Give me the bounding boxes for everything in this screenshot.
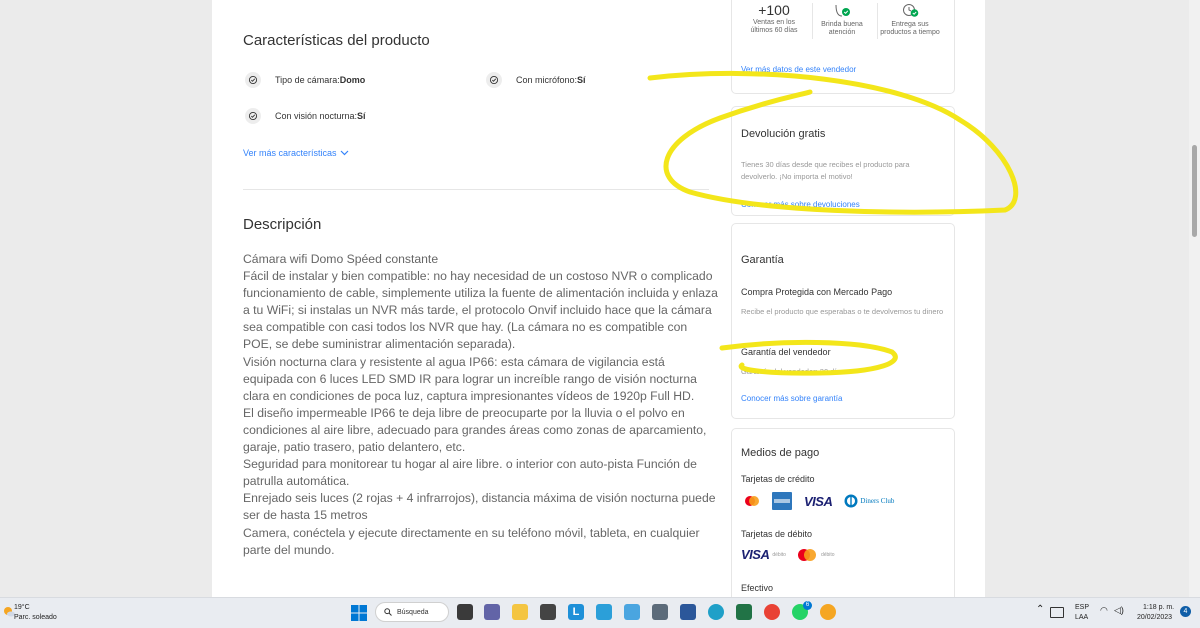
section-divider: [243, 189, 709, 190]
chevron-down-icon: [340, 150, 348, 156]
seller-stat-delivery: Entrega sus productos a tiempo: [880, 0, 940, 37]
taskbar-search[interactable]: Búsqueda: [375, 602, 449, 622]
start-windows-icon[interactable]: [351, 605, 367, 621]
volume-icon[interactable]: ◁): [1114, 606, 1124, 615]
seller-warranty-text: Garantía del vendedor: 30 días: [741, 367, 845, 376]
edge-icon[interactable]: [708, 604, 724, 620]
snipping-tool-icon[interactable]: [596, 604, 612, 620]
chrome-icon[interactable]: [764, 604, 780, 620]
mastercard-debit-logo: débito: [796, 548, 835, 562]
feature-night-vision: Con visión nocturna: Sí: [245, 108, 366, 124]
taskbar: 19°C Parc. soleado Búsqueda L 6 ⌃ ESP LA…: [0, 597, 1200, 628]
file-explorer-icon[interactable]: [512, 604, 528, 620]
diners-logo: Diners Club: [844, 494, 894, 508]
feature-label: Con micrófono:: [516, 75, 578, 85]
wifi-icon[interactable]: ◠: [1100, 606, 1108, 615]
chrome-profile-icon[interactable]: [820, 604, 836, 620]
payment-title: Medios de pago: [741, 447, 820, 459]
warranty-title: Garantía: [741, 254, 784, 266]
chevron-up-icon[interactable]: ⌃: [1036, 605, 1044, 615]
feature-microphone: Con micrófono: Sí: [486, 72, 586, 88]
good-attention-icon: [835, 4, 850, 17]
keyboard-icon[interactable]: [1050, 607, 1064, 618]
notification-badge[interactable]: 4: [1180, 606, 1191, 617]
returns-title: Devolución gratis: [741, 128, 826, 140]
diners-text: Diners Club: [860, 496, 895, 505]
mastercard-logo-icon: [745, 496, 759, 506]
feature-value: Sí: [357, 111, 366, 121]
excel-icon[interactable]: [736, 604, 752, 620]
scrollbar[interactable]: [1189, 0, 1200, 597]
check-circle-icon: [245, 108, 261, 124]
clock-time[interactable]: 1:18 p. m.: [1143, 603, 1174, 612]
mastercard-debit-icon: [797, 548, 816, 561]
diners-club-icon: [844, 494, 858, 508]
l-app-icon[interactable]: L: [568, 604, 584, 620]
returns-card: Devolución gratis Tienes 30 días desde q…: [731, 106, 955, 216]
cash-title: Efectivo: [741, 583, 774, 593]
weather-desc[interactable]: Parc. soleado: [14, 613, 57, 622]
teams-chat-icon[interactable]: [484, 604, 500, 620]
description-text: Cámara wifi Domo Spéed constante Fácil d…: [243, 252, 718, 557]
task-view-icon[interactable]: [457, 604, 473, 620]
visa-debit-brand: VISA: [741, 547, 770, 562]
amex-logo-icon: [772, 492, 792, 510]
debit-label: débito: [820, 551, 835, 558]
sales-label: Ventas en los últimos 60 días: [750, 19, 798, 34]
more-features-link[interactable]: Ver más características: [243, 148, 349, 158]
credit-card-logos: VISA Diners Club: [744, 492, 894, 510]
protected-purchase-text: Recibe el producto que esperabas o te de…: [741, 307, 944, 316]
seller-warranty-title: Garantía del vendedor: [741, 347, 831, 357]
protected-purchase-title: Compra Protegida con Mercado Pago: [741, 287, 893, 297]
returns-text: Tienes 30 días desde que recibes el prod…: [741, 160, 910, 181]
feature-value: Sí: [577, 75, 586, 85]
features-title: Características del producto: [243, 32, 430, 49]
check-circle-icon: [245, 72, 261, 88]
warranty-link[interactable]: Conocer más sobre garantía: [741, 394, 842, 403]
delivery-label: Entrega sus productos a tiempo: [880, 21, 940, 36]
language-top[interactable]: ESP: [1075, 603, 1089, 612]
whatsapp-badge: 6: [803, 601, 812, 610]
feature-value: Domo: [339, 75, 366, 85]
stat-divider: [877, 3, 878, 39]
payment-methods-card: Medios de pago Tarjetas de crédito VISA …: [731, 428, 955, 597]
debit-label: débito: [772, 551, 786, 558]
notepad-icon[interactable]: [624, 604, 640, 620]
seller-reputation-card: +100 Ventas en los últimos 60 días Brind…: [731, 0, 955, 94]
scrollbar-thumb[interactable]: [1192, 145, 1197, 237]
visa-logo: VISA: [804, 493, 833, 509]
attention-label: Brinda buena atención: [821, 21, 863, 36]
debit-card-logos: VISA débito débito: [741, 547, 835, 562]
more-features-label[interactable]: Ver más características: [243, 148, 337, 158]
word-icon[interactable]: [680, 604, 696, 620]
weather-temp[interactable]: 19°C: [14, 603, 30, 612]
language-bottom[interactable]: LAA: [1075, 613, 1088, 622]
product-page: Características del producto Tipo de cám…: [212, 0, 985, 597]
store-icon[interactable]: [540, 604, 556, 620]
returns-link[interactable]: Conocer más sobre devoluciones: [741, 200, 860, 209]
seller-stat-sales: +100 Ventas en los últimos 60 días: [744, 0, 804, 35]
search-label: Búsqueda: [397, 608, 429, 616]
check-circle-icon: [486, 72, 502, 88]
search-icon: [384, 608, 392, 616]
clock-date[interactable]: 20/02/2023: [1137, 613, 1172, 622]
credit-cards-title: Tarjetas de crédito: [741, 474, 815, 484]
feature-label: Con visión nocturna:: [275, 111, 358, 121]
feature-label: Tipo de cámara:: [275, 75, 340, 85]
warranty-card: Garantía Compra Protegida con Mercado Pa…: [731, 223, 955, 419]
sales-count: +100: [758, 2, 790, 18]
calculator-icon[interactable]: [652, 604, 668, 620]
seller-more-data-link[interactable]: Ver más datos de este vendedor: [741, 65, 856, 74]
visa-debit-logo: VISA débito: [741, 547, 786, 562]
on-time-delivery-icon: [903, 4, 919, 17]
description-title: Descripción: [243, 216, 322, 233]
seller-stat-attention: Brinda buena atención: [812, 0, 872, 37]
debit-cards-title: Tarjetas de débito: [741, 529, 813, 539]
feature-camera-type: Tipo de cámara: Domo: [245, 72, 365, 88]
